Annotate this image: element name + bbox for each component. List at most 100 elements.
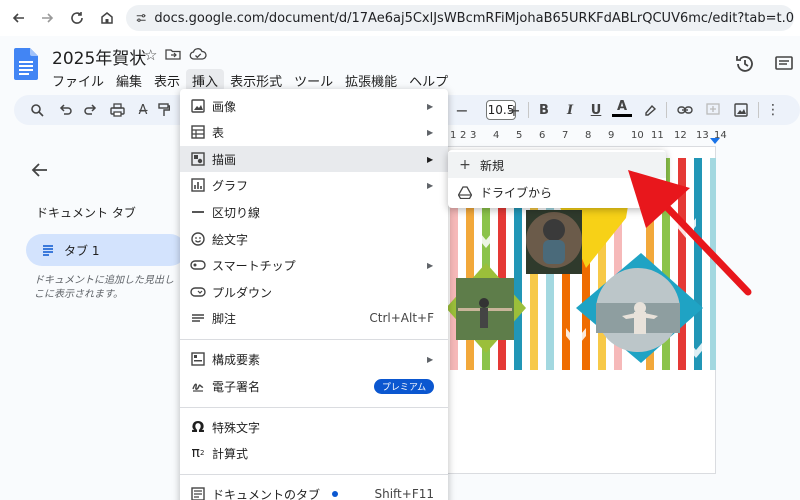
menu-item-building-blocks[interactable]: 構成要素 ▶ [180,346,448,372]
premium-badge: プレミアム [374,379,434,394]
menu-item-label: 描画 [212,152,237,167]
menu-item-emoji[interactable]: 絵文字 [180,226,448,252]
menu-file[interactable]: ファイル [46,69,110,92]
star-icon[interactable]: ☆ [144,46,157,64]
menu-item-label: 計算式 [212,446,249,461]
more-options-icon[interactable]: ⋮ [766,99,780,121]
menu-item-dropdown[interactable]: プルダウン [180,279,448,305]
move-folder-icon[interactable] [165,46,182,62]
menu-item-label: 電子署名 [212,379,261,394]
back-arrow-icon[interactable] [30,160,50,180]
highlight-color-icon[interactable] [640,99,660,121]
title-icons: ☆ [144,46,208,64]
search-menus-icon[interactable] [26,99,48,121]
tab-label: タブ 1 [64,243,100,258]
site-settings-icon[interactable] [136,11,146,25]
document-tabs-title: ドキュメント タブ [36,206,136,220]
menu-item-image[interactable]: 画像 ▶ [180,93,448,119]
menu-item-smart-chips[interactable]: スマートチップ ▶ [180,252,448,278]
print-icon[interactable] [106,99,128,121]
ruler[interactable]: 3 4 5 6 7 8 9 10 11 12 13 2 1 14 [446,128,727,144]
insert-menu: 画像 ▶ 表 ▶ 描画 ▶ グラフ ▶ 区切り線 絵文字 スマートチップ ▶ プ… [180,89,448,500]
ruler-number: 10 [631,130,644,141]
menu-item-equation[interactable]: π2 計算式 [180,440,448,466]
document-title[interactable]: 2025年賀状 [52,44,146,69]
home-icon[interactable] [92,3,122,33]
menu-item-table[interactable]: 表 ▶ [180,119,448,145]
new-feature-dot [332,491,338,497]
submenu-item-new[interactable]: + 新規 [448,152,666,178]
hint-line: ドキュメントに追加した見出し [34,275,174,286]
cloud-saved-icon[interactable] [189,46,208,62]
menu-item-label: スマートチップ [212,258,296,273]
menu-edit[interactable]: 編集 [110,69,148,92]
version-history-icon[interactable] [734,53,756,75]
toolbar-separator [758,102,759,118]
ruler-number: 9 [608,130,615,141]
text-color-button[interactable]: A [612,99,632,117]
insert-link-icon[interactable] [674,99,696,121]
reload-icon[interactable] [62,3,92,33]
ruler-number: 8 [585,130,592,141]
toolbar-separator [528,102,529,118]
horizontal-line-icon [190,204,206,220]
equation-icon: π2 [191,445,205,461]
drive-icon [458,185,472,199]
image-icon [190,98,206,114]
underline-button[interactable]: U [586,99,606,121]
insert-image-icon[interactable] [730,99,752,121]
submenu-arrow-icon: ▶ [427,127,434,137]
submenu-item-from-drive[interactable]: ドライブから [448,179,666,205]
tab-item-1[interactable]: タブ 1 [26,234,186,266]
undo-icon[interactable] [54,99,76,121]
ruler-number: 4 [493,130,500,141]
address-bar[interactable]: docs.google.com/document/d/17Ae6aj5CxlJs… [126,5,794,31]
redo-icon[interactable] [80,99,102,121]
add-comment-icon[interactable] [702,99,724,121]
ruler-number: 7 [562,130,569,141]
docs-logo-icon[interactable] [14,48,38,80]
menu-item-horizontal-line[interactable]: 区切り線 [180,199,448,225]
menu-item-label: ドキュメントのタブ [212,487,321,500]
menu-item-drawing[interactable]: 描画 ▶ [180,146,448,172]
spellcheck-icon[interactable]: A̶ [132,99,154,121]
ruler-number: 3 [470,130,477,141]
menu-item-footnote[interactable]: 脚注 Ctrl+Alt+F [180,305,448,331]
ruler-number: 6 [539,130,546,141]
ruler-number: 5 [516,130,523,141]
menu-item-label: プルダウン [212,285,273,300]
menu-separator [180,474,448,475]
menu-item-esignature[interactable]: 電子署名 プレミアム [180,373,448,399]
drawing-icon [190,151,206,167]
url-text: docs.google.com/document/d/17Ae6aj5CxlJs… [154,10,794,26]
back-icon[interactable] [4,3,34,33]
submenu-arrow-icon: ▶ [427,101,434,111]
smart-chip-icon [190,257,206,273]
menu-item-label: 脚注 [212,311,237,326]
right-indent-marker[interactable] [710,138,720,144]
ruler-number: 2 [460,130,467,141]
hint-line: こに表示されます。 [34,289,123,300]
italic-button[interactable]: I [560,99,580,121]
submenu-item-label: 新規 [480,158,505,173]
menu-item-chart[interactable]: グラフ ▶ [180,172,448,198]
decrease-font-size-button[interactable]: − [454,99,470,121]
panel-hint: ドキュメントに追加した見出し こに表示されます。 [34,274,184,302]
comments-icon[interactable] [774,54,794,74]
menu-item-special-characters[interactable]: Ω 特殊文字 [180,414,448,440]
forward-icon[interactable] [32,3,62,33]
menu-item-document-tab[interactable]: ドキュメントのタブ Shift+F11 [180,481,448,500]
ruler-number: 11 [651,130,664,141]
increase-font-size-button[interactable]: + [506,99,522,121]
menu-item-label: グラフ [212,178,249,193]
ruler-number: 12 [674,130,687,141]
bold-button[interactable]: B [534,99,554,121]
paint-format-icon[interactable] [156,99,172,121]
menu-item-label: 区切り線 [212,205,261,220]
plus-icon: + [459,157,471,173]
ruler-number: 13 [696,130,709,141]
menu-view[interactable]: 表示 [148,69,186,92]
menu-item-shortcut: Shift+F11 [374,487,434,500]
dropdown-icon [190,284,206,300]
drawing-submenu: + 新規 ドライブから [448,150,666,208]
